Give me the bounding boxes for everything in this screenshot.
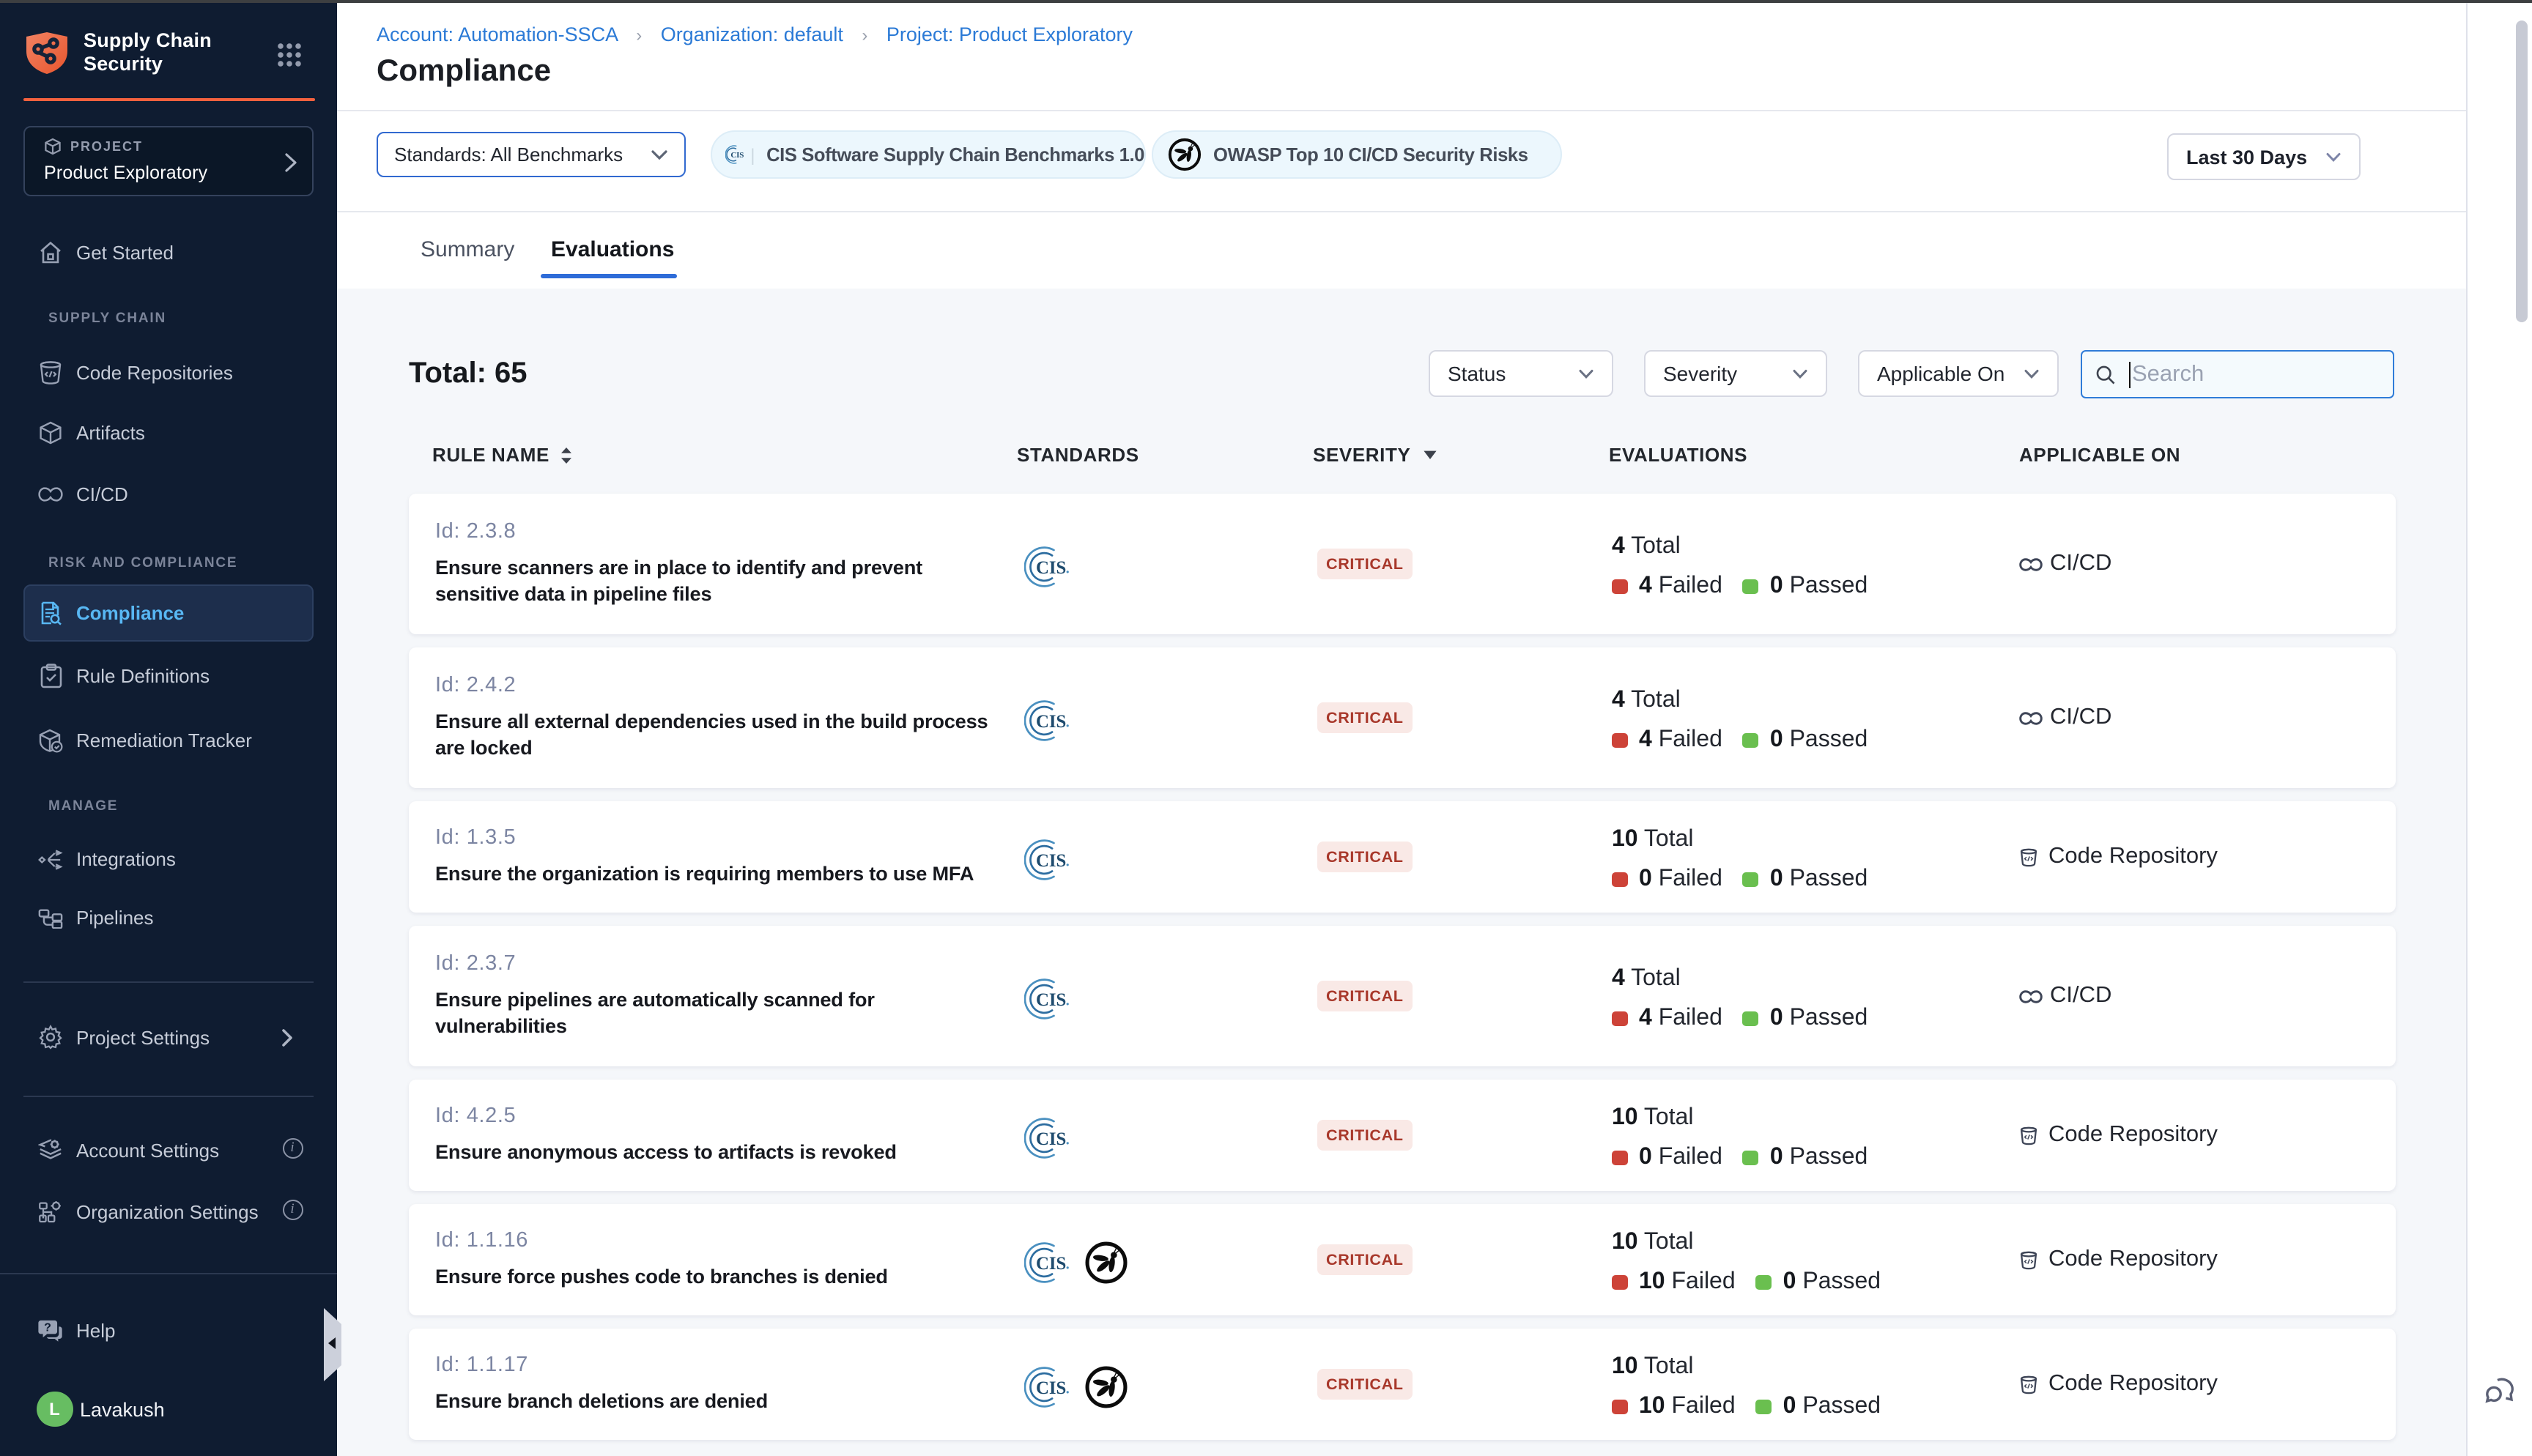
- svg-text:CIS: CIS: [1035, 850, 1065, 870]
- svg-text:CIS: CIS: [1035, 989, 1065, 1009]
- svg-text:CIS: CIS: [1035, 1253, 1065, 1273]
- svg-text:CIS: CIS: [730, 151, 744, 160]
- svg-text:CIS: CIS: [1035, 711, 1065, 731]
- svg-text:CIS: CIS: [1035, 557, 1065, 577]
- svg-text:CIS: CIS: [1035, 1378, 1065, 1397]
- svg-text:?: ?: [44, 1320, 51, 1333]
- svg-text:CIS: CIS: [1035, 1129, 1065, 1148]
